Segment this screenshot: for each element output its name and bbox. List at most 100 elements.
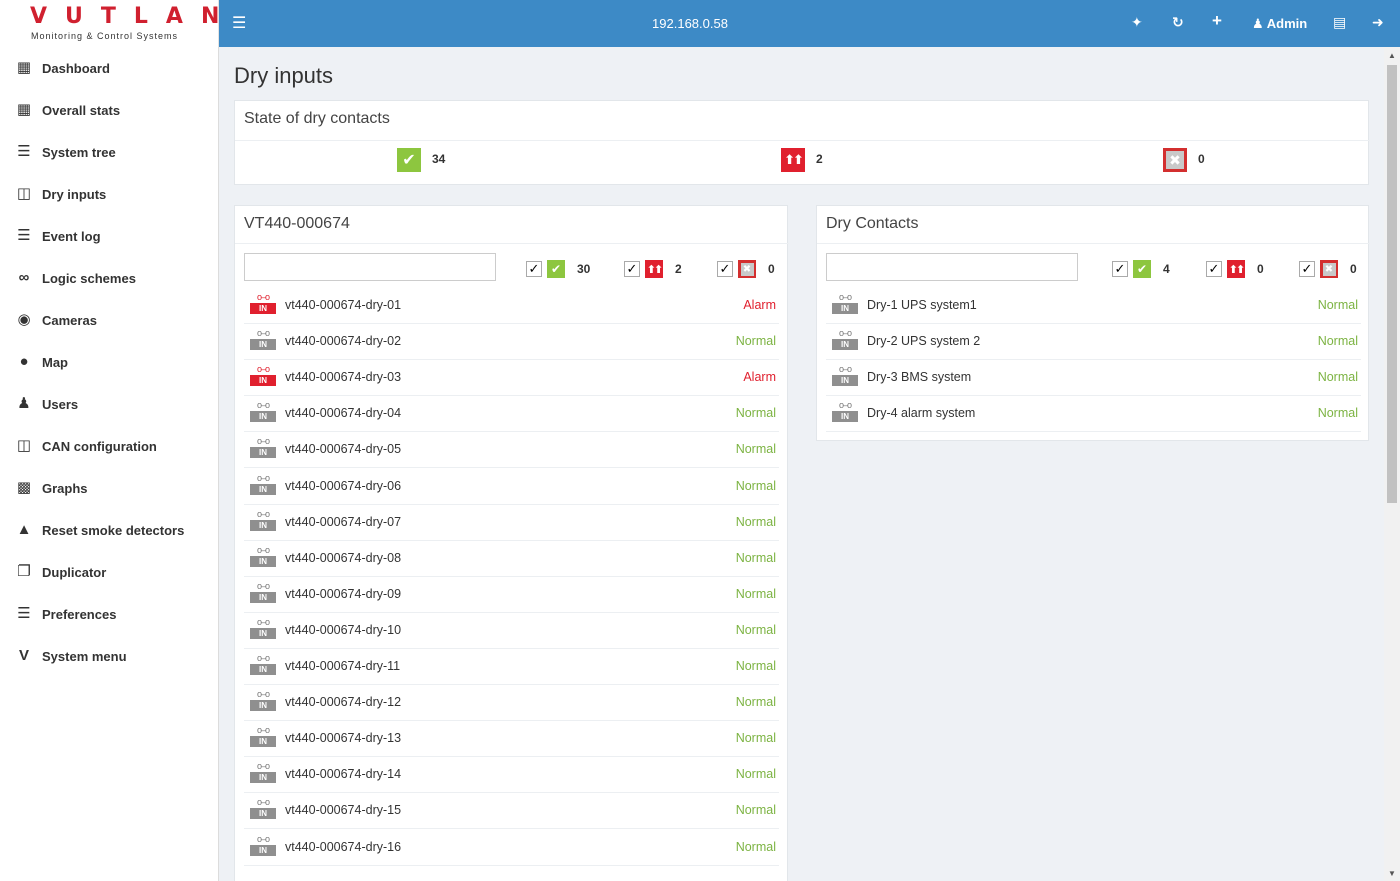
filter-normal-count: 4 [1163, 262, 1170, 276]
dry-input-name: vt440-000674-dry-08 [285, 551, 401, 565]
dry-input-name: vt440-000674-dry-01 [285, 298, 401, 312]
dry-input-name: vt440-000674-dry-16 [285, 840, 401, 854]
dry-input-icon: o–oIN [250, 653, 276, 677]
filter-normal[interactable]: ✓ ✔ 4 [1112, 260, 1182, 278]
filter-error-checkbox[interactable]: ✓ [1299, 261, 1315, 277]
list-item[interactable]: o–oINvt440-000674-dry-12Normal [244, 685, 779, 721]
sidebar-item-map[interactable]: ●Map [0, 341, 219, 383]
user-icon: ♟ [1252, 16, 1267, 31]
list-item[interactable]: o–oINvt440-000674-dry-08Normal [244, 541, 779, 577]
logo[interactable]: VUTLAN Monitoring & Control Systems [0, 0, 219, 47]
sidebar-item-logic-schemes[interactable]: ∞Logic schemes [0, 257, 219, 299]
list-item[interactable]: o–oINvt440-000674-dry-14Normal [244, 757, 779, 793]
list-item[interactable]: o–oINvt440-000674-dry-03Alarm [244, 360, 779, 396]
alarm-arrows-icon: ⬆⬆ [1227, 260, 1245, 278]
error-x-icon: ✖ [1163, 148, 1187, 172]
dry-input-icon: o–oIN [250, 509, 276, 533]
magic-wand-icon[interactable]: ✦ [1131, 14, 1143, 31]
list-item[interactable]: o–oINvt440-000674-dry-13Normal [244, 721, 779, 757]
filter-alarm-checkbox[interactable]: ✓ [1206, 261, 1222, 277]
list-item[interactable]: o–oINvt440-000674-dry-15Normal [244, 793, 779, 829]
filter-alarm-checkbox[interactable]: ✓ [624, 261, 640, 277]
filter-error-count: 0 [1350, 262, 1357, 276]
page-scrollbar[interactable]: ▲ ▼ [1384, 47, 1400, 881]
sidebar-item-duplicator[interactable]: ❐Duplicator [0, 551, 219, 593]
status-label: Normal [1318, 298, 1358, 312]
dry-input-icon: o–oIN [250, 581, 276, 605]
logo-subtitle: Monitoring & Control Systems [31, 31, 178, 41]
filter-normal-count: 30 [577, 262, 590, 276]
scroll-up-arrow-icon[interactable]: ▲ [1388, 51, 1396, 60]
summary-title: State of dry contacts [244, 110, 390, 128]
list-item[interactable]: o–oINvt440-000674-dry-05Normal [244, 432, 779, 468]
sidebar-item-cameras[interactable]: ◉Cameras [0, 299, 219, 341]
sidebar-item-dry-inputs[interactable]: ◫Dry inputs [0, 173, 219, 215]
filter-alarm[interactable]: ✓ ⬆⬆ 0 [1206, 260, 1276, 278]
sidebar-item-label: Dashboard [42, 61, 110, 76]
summary-panel: State of dry contacts ✔ 34 ⬆⬆ 2 ✖ 0 [234, 100, 1369, 185]
dry-input-name: vt440-000674-dry-06 [285, 479, 401, 493]
save-icon[interactable]: ▤ [1333, 14, 1346, 31]
list-item[interactable]: o–oINvt440-000674-dry-02Normal [244, 324, 779, 360]
dry-input-icon: o–oIN [250, 689, 276, 713]
list-item[interactable]: o–oINvt440-000674-dry-01Alarm [244, 288, 779, 324]
sidebar-item-preferences[interactable]: ☰Preferences [0, 593, 219, 635]
search-input[interactable] [244, 253, 496, 281]
add-icon[interactable]: + [1212, 11, 1222, 31]
sidebar-item-overall-stats[interactable]: ▦Overall stats [0, 89, 219, 131]
sidebar-item-label: System tree [42, 145, 116, 160]
check-icon: ✔ [547, 260, 565, 278]
dry-input-name: vt440-000674-dry-03 [285, 370, 401, 384]
list-item[interactable]: o–oINvt440-000674-dry-16Normal [244, 830, 779, 866]
status-label: Normal [736, 406, 776, 420]
sidebar-item-reset-smoke-detectors[interactable]: ▲Reset smoke detectors [0, 509, 219, 551]
list-item[interactable]: o–oINDry-3 BMS systemNormal [826, 360, 1361, 396]
list-item[interactable]: o–oINvt440-000674-dry-10Normal [244, 613, 779, 649]
filter-normal[interactable]: ✓ ✔ 30 [526, 260, 606, 278]
link-icon: ∞ [15, 270, 33, 286]
sidebar-item-dashboard[interactable]: ▦Dashboard [0, 47, 219, 89]
filter-normal-checkbox[interactable]: ✓ [1112, 261, 1128, 277]
can-icon: ◫ [15, 438, 33, 454]
list-item[interactable]: o–oINvt440-000674-dry-06Normal [244, 469, 779, 505]
duplicate-icon: ❐ [15, 564, 33, 580]
filter-error[interactable]: ✓ ✖ 0 [717, 260, 787, 278]
logout-icon[interactable]: ➜ [1372, 14, 1384, 31]
filter-alarm[interactable]: ✓ ⬆⬆ 2 [624, 260, 694, 278]
list-item[interactable]: o–oINDry-1 UPS system1Normal [826, 288, 1361, 324]
status-label: Normal [736, 479, 776, 493]
filter-error-checkbox[interactable]: ✓ [717, 261, 733, 277]
scroll-down-arrow-icon[interactable]: ▼ [1388, 869, 1396, 878]
list-item[interactable]: o–oINvt440-000674-dry-07Normal [244, 505, 779, 541]
user-menu[interactable]: ♟ Admin [1252, 16, 1307, 32]
dry-input-icon: o–oIN [250, 292, 276, 316]
dry-input-icon: o–oIN [250, 436, 276, 460]
summary-alarm-count: 2 [816, 152, 823, 166]
list-item[interactable]: o–oINvt440-000674-dry-11Normal [244, 649, 779, 685]
sidebar-item-can-configuration[interactable]: ◫CAN configuration [0, 425, 219, 467]
refresh-icon[interactable]: ↻ [1172, 14, 1184, 31]
list-item[interactable]: o–oINDry-4 alarm systemNormal [826, 396, 1361, 432]
sidebar-item-system-tree[interactable]: ☰System tree [0, 131, 219, 173]
dry-input-icon: o–oIN [250, 834, 276, 858]
sidebar-item-graphs[interactable]: ▩Graphs [0, 467, 219, 509]
list-item[interactable]: o–oINvt440-000674-dry-09Normal [244, 577, 779, 613]
filter-error[interactable]: ✓ ✖ 0 [1299, 260, 1359, 278]
sidebar-item-users[interactable]: ♟Users [0, 383, 219, 425]
dry-input-name: Dry-2 UPS system 2 [867, 334, 980, 348]
dry-input-name: vt440-000674-dry-09 [285, 587, 401, 601]
hamburger-menu-icon[interactable]: ☰ [232, 13, 246, 33]
sidebar-item-event-log[interactable]: ☰Event log [0, 215, 219, 257]
list-item[interactable]: o–oINvt440-000674-dry-04Normal [244, 396, 779, 432]
filter-normal-checkbox[interactable]: ✓ [526, 261, 542, 277]
dry-contacts-title: Dry Contacts [826, 215, 918, 233]
search-input[interactable] [826, 253, 1078, 281]
sidebar-item-label: System menu [42, 649, 127, 664]
list-icon: ☰ [15, 228, 33, 244]
sidebar-item-system-menu[interactable]: VSystem menu [0, 635, 219, 677]
filter-alarm-count: 2 [675, 262, 682, 276]
dry-input-name: vt440-000674-dry-12 [285, 695, 401, 709]
dry-input-name: Dry-4 alarm system [867, 406, 975, 420]
list-item[interactable]: o–oINDry-2 UPS system 2Normal [826, 324, 1361, 360]
scrollbar-thumb[interactable] [1387, 65, 1397, 503]
